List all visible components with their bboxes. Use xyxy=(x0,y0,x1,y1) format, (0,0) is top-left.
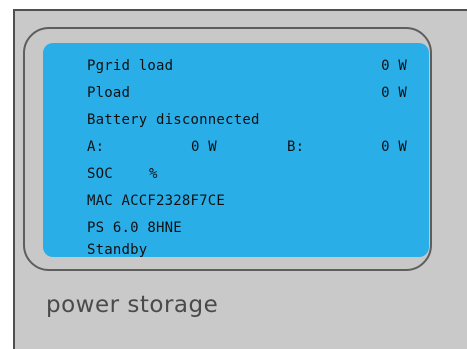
a-value: 0 W xyxy=(191,139,217,155)
pload-label: Pload xyxy=(87,85,131,101)
lcd-display: Pgrid load 0 W Pload 0 W Battery disconn… xyxy=(43,43,429,258)
battery-status-text: Battery disconnected xyxy=(87,112,260,128)
pload-value: 0 W xyxy=(381,85,407,101)
b-value: 0 W xyxy=(381,139,407,155)
ab-power-row: A: 0 W B: 0 W xyxy=(87,136,407,158)
model-text: PS 6.0 8HNE xyxy=(87,220,182,236)
battery-status-row: Battery disconnected xyxy=(87,109,407,131)
mac-address-text: MAC ACCF2328F7CE xyxy=(87,193,226,209)
model-row: PS 6.0 8HNE xyxy=(87,217,407,239)
soc-label: SOC xyxy=(87,166,113,182)
pload-row: Pload 0 W xyxy=(87,82,407,104)
soc-row: SOC % xyxy=(87,163,407,185)
mode-row: Standby xyxy=(87,239,407,261)
device-label: power storage xyxy=(46,292,219,318)
pgrid-load-row: Pgrid load 0 W xyxy=(87,55,407,77)
pgrid-load-value: 0 W xyxy=(381,58,407,74)
mode-text: Standby xyxy=(87,242,148,258)
pgrid-load-label: Pgrid load xyxy=(87,58,174,74)
soc-unit: % xyxy=(149,166,158,182)
b-label: B: xyxy=(287,139,305,155)
mac-row: MAC ACCF2328F7CE xyxy=(87,190,407,212)
a-label: A: xyxy=(87,139,105,155)
